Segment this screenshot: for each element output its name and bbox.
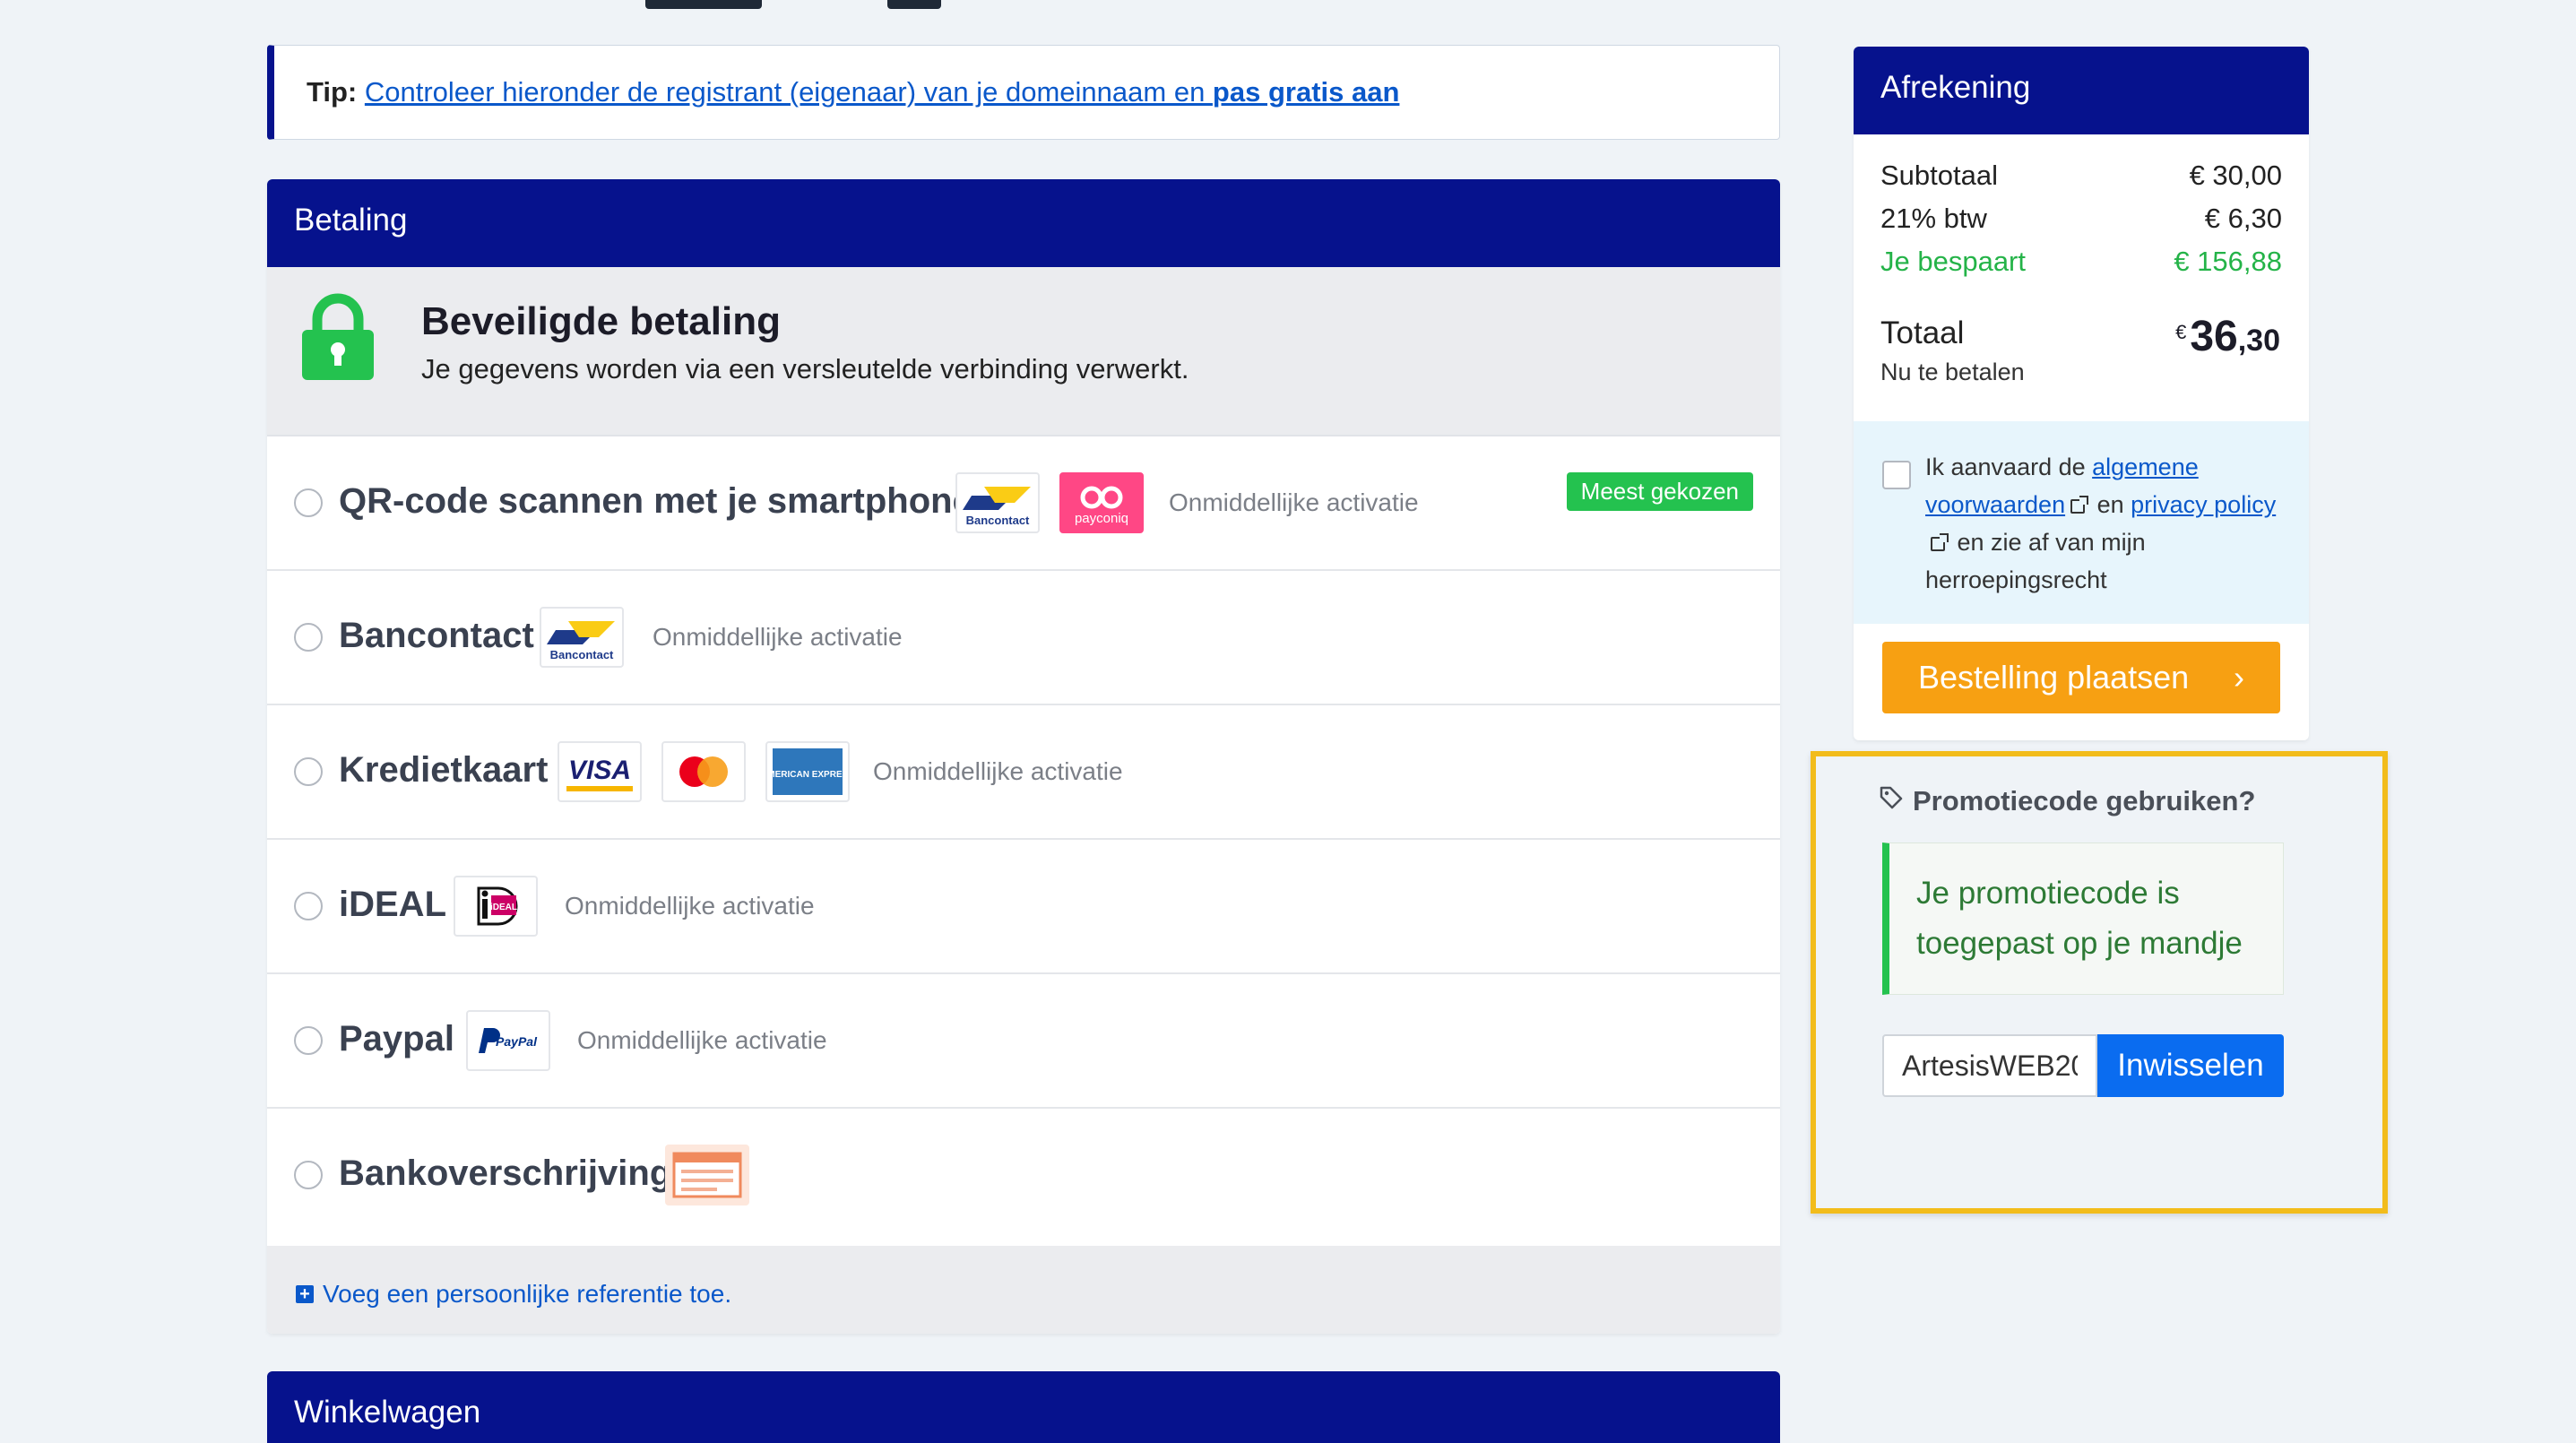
payment-method-paypal[interactable]: Paypal PayPal Onmiddellijke activatie <box>267 974 1780 1109</box>
activation-text: Onmiddellijke activatie <box>1169 488 1419 516</box>
visa-logo-icon: VISA <box>558 741 642 802</box>
tip-link[interactable]: Controleer hieronder de registrant (eige… <box>365 76 1400 108</box>
promo-code-input[interactable] <box>1882 1034 2097 1097</box>
method-name: QR-code scannen met je smartphone <box>339 481 972 521</box>
svg-text:Bancontact: Bancontact <box>550 648 614 661</box>
payment-method-bancontact[interactable]: Bancontact Bancontact Onmiddellijke acti… <box>267 571 1780 705</box>
svg-text:VISA: VISA <box>568 756 631 785</box>
cart-title: Winkelwagen <box>294 1395 481 1430</box>
svg-text:PayPal: PayPal <box>496 1034 538 1049</box>
total-block: Totaal Nu te betalen €36,30 <box>1880 313 2280 385</box>
method-name: Bancontact <box>339 616 534 655</box>
tip-banner: Tip: Controleer hieronder de registrant … <box>267 45 1780 140</box>
bancontact-logo-icon: Bancontact <box>540 607 624 668</box>
mastercard-logo-icon <box>661 741 746 802</box>
total-amount: €36,30 <box>2175 313 2280 360</box>
payconiq-logo-icon: payconiq <box>1059 472 1144 533</box>
radio-ideal[interactable] <box>294 892 323 920</box>
radio-bank-transfer[interactable] <box>294 1161 323 1189</box>
checkout-header: Afrekening <box>1854 47 2309 134</box>
payment-method-ideal[interactable]: iDEAL iDEAL Onmiddellijke activatie <box>267 840 1780 974</box>
promo-code-box: Promotiecode gebruiken? Je promotiecode … <box>1811 751 2388 1214</box>
payment-header: Betaling <box>267 179 1780 267</box>
secure-title: Beveiligde betaling <box>421 299 781 343</box>
promo-success-message: Je promotiecode is toegepast op je mandj… <box>1882 842 2284 995</box>
payment-method-creditcard[interactable]: Kredietkaart VISA AMERICAN EXPRESS Onmid… <box>267 705 1780 840</box>
page-title-cut <box>269 0 1076 9</box>
payment-method-bank-transfer[interactable]: Bankoverschrijving <box>267 1109 1780 1243</box>
savings-line: Je bespaart € 156,88 <box>1880 246 2282 277</box>
cart-header: Winkelwagen <box>267 1371 1780 1443</box>
checkout-panel: Afrekening Subtotaal € 30,00 21% btw € 6,3… <box>1854 47 2309 740</box>
payment-panel: Betaling Beveiligde betaling Je gegevens… <box>267 179 1780 1334</box>
method-name: Paypal <box>339 1019 454 1058</box>
svg-text:AMERICAN EXPRESS: AMERICAN EXPRESS <box>769 770 846 780</box>
amex-logo-icon: AMERICAN EXPRESS <box>765 741 850 802</box>
svg-text:payconiq: payconiq <box>1075 511 1128 526</box>
place-order-button[interactable]: Bestelling plaatsen › <box>1882 642 2280 713</box>
method-name: iDEAL <box>339 885 446 924</box>
redeem-button[interactable]: Inwisselen <box>2097 1034 2284 1097</box>
tag-icon <box>1879 785 1904 817</box>
secure-payment-box: Beveiligde betaling Je gegevens worden v… <box>267 267 1780 436</box>
personal-reference-footer: + Voeg een persoonlijke referentie toe. <box>267 1246 1780 1334</box>
radio-creditcard[interactable] <box>294 757 323 786</box>
method-name: Kredietkaart <box>339 750 549 790</box>
svg-text:iDEAL: iDEAL <box>490 903 517 912</box>
paypal-logo-icon: PayPal <box>466 1010 550 1071</box>
promo-title: Promotiecode gebruiken? <box>1879 785 2255 817</box>
terms-box: Ik aanvaard de algemene voorwaarden en p… <box>1854 421 2309 624</box>
radio-paypal[interactable] <box>294 1026 323 1055</box>
add-reference-link[interactable]: + Voeg een persoonlijke referentie toe. <box>296 1280 731 1309</box>
activation-text: Onmiddellijke activatie <box>873 757 1123 785</box>
subtotal-line: Subtotaal € 30,00 <box>1880 160 2282 191</box>
external-link-icon <box>1931 532 1949 551</box>
radio-qr[interactable] <box>294 488 323 517</box>
bank-transfer-icon <box>665 1145 749 1205</box>
activation-text: Onmiddellijke activatie <box>653 623 903 651</box>
radio-bancontact[interactable] <box>294 623 323 652</box>
activation-text: Onmiddellijke activatie <box>577 1026 827 1054</box>
svg-text:Bancontact: Bancontact <box>966 514 1030 527</box>
privacy-link[interactable]: privacy policy <box>2131 491 2276 518</box>
ideal-logo-icon: iDEAL <box>454 876 538 937</box>
tip-label: Tip: <box>307 76 358 108</box>
plus-icon: + <box>296 1285 314 1303</box>
lock-icon <box>298 292 378 386</box>
vat-line: 21% btw € 6,30 <box>1880 203 2282 234</box>
chevron-right-icon: › <box>2234 659 2244 696</box>
external-link-icon <box>2070 495 2089 514</box>
secure-subtitle: Je gegevens worden via een versleutelde … <box>421 353 1189 385</box>
method-name: Bankoverschrijving <box>339 1154 672 1193</box>
bancontact-logo-icon: Bancontact <box>955 472 1040 533</box>
payment-method-qr[interactable]: QR-code scannen met je smartphone Bancon… <box>267 436 1780 571</box>
most-chosen-badge: Meest gekozen <box>1566 472 1753 511</box>
terms-checkbox[interactable] <box>1882 461 1911 489</box>
activation-text: Onmiddellijke activatie <box>565 892 815 920</box>
